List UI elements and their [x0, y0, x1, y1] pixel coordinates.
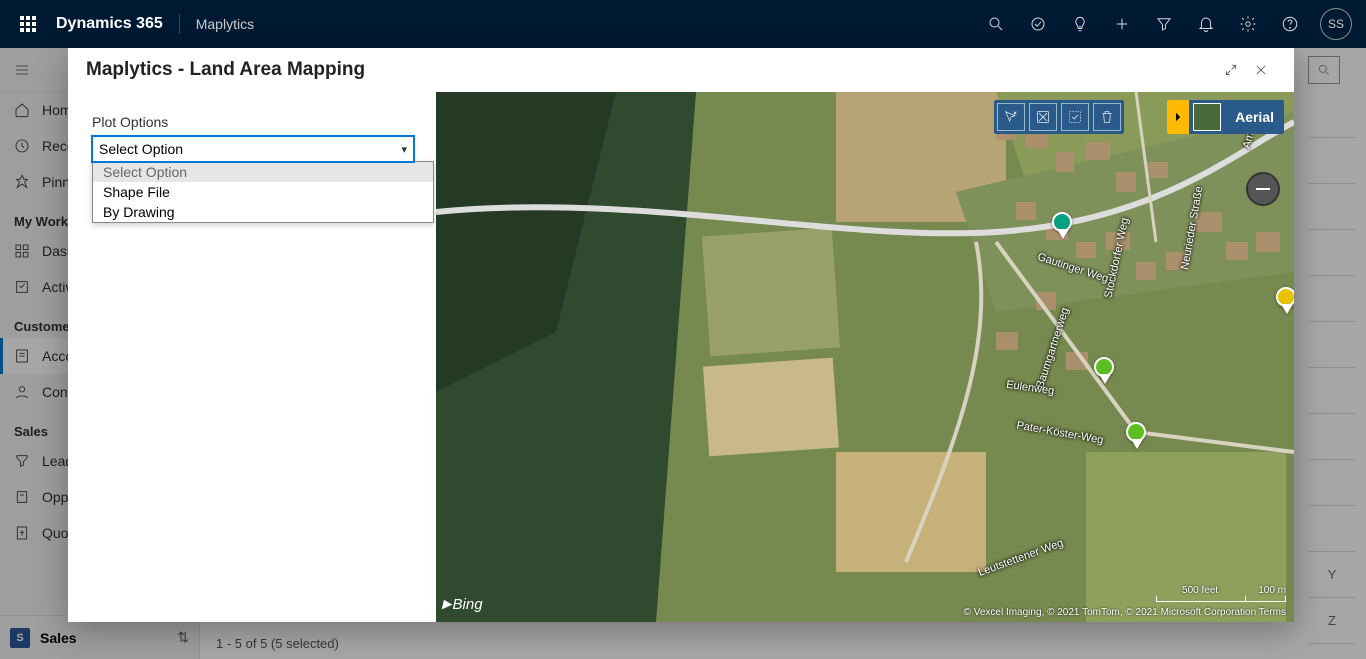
- plot-select-value: Select Option: [99, 141, 183, 157]
- fullextent-tool-icon[interactable]: [1029, 103, 1057, 131]
- modal-title: Maplytics - Land Area Mapping: [86, 59, 365, 81]
- expand-icon[interactable]: [1216, 55, 1246, 85]
- map-pin[interactable]: [1094, 357, 1116, 387]
- bell-icon[interactable]: [1186, 0, 1226, 48]
- plot-options-label: Plot Options: [92, 114, 412, 130]
- basemap-toggle[interactable]: Aerial: [1167, 100, 1284, 134]
- app-launcher-icon[interactable]: [8, 16, 48, 32]
- aerial-thumb: [1193, 103, 1221, 131]
- map-pin[interactable]: [1276, 287, 1294, 317]
- gear-icon[interactable]: [1228, 0, 1268, 48]
- boxselect-tool-icon[interactable]: [1061, 103, 1089, 131]
- plot-option-shapefile[interactable]: Shape File: [93, 182, 433, 202]
- idea-icon[interactable]: [1060, 0, 1100, 48]
- zoom-out-button[interactable]: [1246, 172, 1280, 206]
- map-pin[interactable]: [1052, 212, 1074, 242]
- top-nav: Dynamics 365 Maplytics SS: [0, 0, 1366, 48]
- close-icon[interactable]: [1246, 55, 1276, 85]
- chevron-down-icon: ▾: [401, 143, 407, 156]
- scale-bar: 500 feet100 m: [1156, 585, 1286, 602]
- plot-option-select[interactable]: Select Option: [93, 162, 433, 182]
- map-bg: [436, 92, 1294, 622]
- add-icon[interactable]: [1102, 0, 1142, 48]
- app-name[interactable]: Maplytics: [196, 16, 254, 32]
- bing-logo: ▸Bing: [442, 594, 483, 614]
- filter-icon[interactable]: [1144, 0, 1184, 48]
- help-icon[interactable]: [1270, 0, 1310, 48]
- map-toolbar: [994, 100, 1124, 134]
- map-canvas[interactable]: Stockdorfer WegNeurieder StraßeAm WegGau…: [436, 92, 1294, 622]
- modal-header: Maplytics - Land Area Mapping: [68, 48, 1294, 92]
- map-pin[interactable]: [1126, 422, 1148, 452]
- select-tool-icon[interactable]: [997, 103, 1025, 131]
- search-icon[interactable]: [976, 0, 1016, 48]
- top-icons: SS: [976, 0, 1358, 48]
- divider: [179, 14, 180, 34]
- plot-dropdown: Select Option Shape File By Drawing: [92, 161, 434, 223]
- plot-option-bydrawing[interactable]: By Drawing: [93, 202, 433, 222]
- chevron-right-icon: [1167, 100, 1189, 134]
- aerial-label: Aerial: [1225, 109, 1284, 125]
- plot-select[interactable]: Select Option ▾: [92, 136, 414, 162]
- task-icon[interactable]: [1018, 0, 1058, 48]
- land-area-modal: Maplytics - Land Area Mapping Plot Optio…: [68, 48, 1294, 622]
- brand[interactable]: Dynamics 365: [56, 15, 163, 33]
- map-attribution[interactable]: © Vexcel Imaging, © 2021 TomTom, © 2021 …: [964, 607, 1286, 618]
- delete-tool-icon[interactable]: [1093, 103, 1121, 131]
- user-avatar[interactable]: SS: [1320, 8, 1352, 40]
- plot-options-panel: Plot Options Select Option ▾ Select Opti…: [68, 92, 436, 622]
